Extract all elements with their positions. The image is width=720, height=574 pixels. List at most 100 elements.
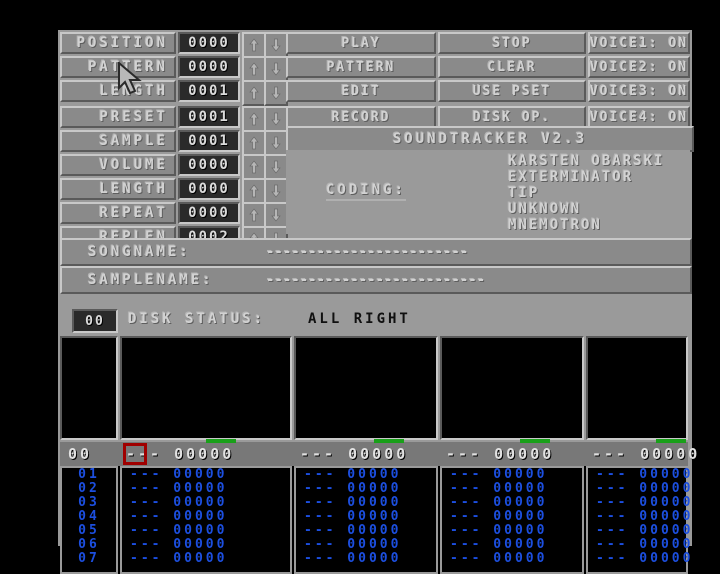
page-title: SOUNDTRACKER V2.3	[392, 131, 588, 147]
param-value-field[interactable]: 0000	[178, 32, 240, 54]
disk-op-button[interactable]: DISK OP.	[438, 106, 586, 128]
voice4-toggle[interactable]: VOICE4: ON	[588, 106, 690, 128]
songname-input[interactable]: ------------------------	[266, 244, 468, 260]
pattern-grid[interactable]: 01 02 03 04 05 06 07 --- 00000 --- 00000 --- 000…	[60, 466, 690, 574]
pattern-cell[interactable]: --- 00000	[588, 524, 690, 538]
param-value-field[interactable]: 0000	[178, 178, 240, 200]
pattern-cell[interactable]: --- 00000	[442, 538, 582, 552]
tracker-current-row[interactable]: 00 --- 00000 --- 00000 --- 00000 --- 000…	[60, 439, 697, 466]
pattern-cell[interactable]: --- 00000	[296, 496, 436, 510]
clear-button[interactable]: CLEAR	[438, 56, 586, 78]
pattern-cell[interactable]: --- 00000	[296, 524, 436, 538]
pattern-cell[interactable]: --- 00000	[442, 524, 582, 538]
param-value-field[interactable]: 0001	[178, 80, 240, 102]
pattern-cell[interactable]: --- 00000	[588, 468, 690, 482]
current-cell-voice-3[interactable]: --- 00000	[446, 442, 554, 466]
edit-cursor[interactable]	[123, 443, 147, 465]
arrow-up-icon[interactable]	[242, 154, 266, 180]
arrow-down-icon[interactable]	[264, 56, 288, 82]
param-label: VOLUME	[60, 154, 176, 176]
pattern-column-voice-1[interactable]: --- 00000 --- 00000 --- 00000 --- 00000 --- …	[120, 466, 292, 574]
row-number: 01	[78, 467, 100, 482]
param-value-field[interactable]: 0000	[178, 154, 240, 176]
songname-row[interactable]: SONGNAME: ------------------------	[60, 238, 692, 266]
row-number: 02	[78, 481, 100, 496]
arrow-down-icon[interactable]	[264, 130, 288, 156]
scope-voice-2[interactable]	[294, 336, 438, 440]
arrow-down-icon[interactable]	[264, 178, 288, 204]
arrow-down-icon[interactable]	[264, 202, 288, 228]
pattern-cell[interactable]: --- 00000	[122, 552, 290, 566]
pattern-cell[interactable]: --- 00000	[442, 552, 582, 566]
pattern-column-voice-3[interactable]: --- 00000 --- 00000 --- 00000 --- 00000 --- …	[440, 466, 584, 574]
edit-button[interactable]: EDIT	[286, 80, 436, 102]
arrow-down-icon[interactable]	[264, 154, 288, 180]
disk-counter: 00	[72, 309, 118, 333]
arrow-up-icon[interactable]	[242, 56, 266, 82]
samplename-input[interactable]: --------------------------	[266, 272, 485, 288]
param-value-field[interactable]: 0000	[178, 56, 240, 78]
voice1-active-indicator	[206, 439, 236, 443]
pattern-cell[interactable]: --- 00000	[122, 468, 290, 482]
arrow-up-icon[interactable]	[242, 178, 266, 204]
arrow-down-icon[interactable]	[264, 106, 288, 132]
pattern-button[interactable]: PATTERN	[286, 56, 436, 78]
current-cell-voice-2[interactable]: --- 00000	[300, 442, 408, 466]
pattern-cell[interactable]: --- 00000	[588, 552, 690, 566]
pattern-cell[interactable]: --- 00000	[442, 468, 582, 482]
pattern-cell[interactable]: --- 00000	[442, 496, 582, 510]
disk-status-row: 00 DISK STATUS: ALL RIGHT	[60, 306, 688, 333]
pattern-column-voice-2[interactable]: --- 00000 --- 00000 --- 00000 --- 00000 --- …	[294, 466, 438, 574]
pattern-cell[interactable]: --- 00000	[588, 510, 690, 524]
voice4-active-indicator	[656, 439, 686, 443]
pattern-cell[interactable]: --- 00000	[296, 482, 436, 496]
credits-list: KARSTEN OBARSKI EXTERMINATOR TIP UNKNOWN…	[508, 153, 664, 233]
control-panel: POSITION 0000 PATTERN 0000 LENGTH 0001 P…	[58, 30, 694, 252]
pattern-cell[interactable]: --- 00000	[296, 538, 436, 552]
pattern-column-voice-4[interactable]: --- 00000 --- 00000 --- 00000 --- 00000 --- …	[586, 466, 690, 574]
pattern-cell[interactable]: --- 00000	[442, 510, 582, 524]
voice2-toggle[interactable]: VOICE2: ON	[588, 56, 690, 78]
pattern-cell[interactable]: --- 00000	[122, 496, 290, 510]
arrow-down-icon[interactable]	[264, 32, 288, 58]
arrow-down-icon[interactable]	[264, 80, 288, 106]
row-number: 05	[78, 523, 100, 538]
play-button[interactable]: PLAY	[286, 32, 436, 54]
param-value-field[interactable]: 0001	[178, 106, 240, 128]
coding-label: CODING:	[326, 182, 407, 201]
stop-button[interactable]: STOP	[438, 32, 586, 54]
current-cell-voice-4[interactable]: --- 00000	[592, 442, 700, 466]
scope-voice-1[interactable]	[120, 336, 292, 440]
pattern-cell[interactable]: --- 00000	[296, 552, 436, 566]
pattern-cell[interactable]: --- 00000	[296, 468, 436, 482]
param-value-field[interactable]: 0001	[178, 130, 240, 152]
arrow-up-icon[interactable]	[242, 130, 266, 156]
scope-voice-3[interactable]	[440, 336, 584, 440]
use-pset-button[interactable]: USE PSET	[438, 80, 586, 102]
record-button[interactable]: RECORD	[286, 106, 436, 128]
row-number: 06	[78, 537, 100, 552]
pattern-cell[interactable]: --- 00000	[122, 538, 290, 552]
param-value-field[interactable]: 0000	[178, 202, 240, 224]
arrow-up-icon[interactable]	[242, 106, 266, 132]
arrow-up-icon[interactable]	[242, 32, 266, 58]
scope-rownum	[60, 336, 118, 440]
pattern-cell[interactable]: --- 00000	[442, 482, 582, 496]
arrow-up-icon[interactable]	[242, 202, 266, 228]
pattern-cell[interactable]: --- 00000	[122, 510, 290, 524]
pattern-cell[interactable]: --- 00000	[122, 482, 290, 496]
pattern-cell[interactable]: --- 00000	[588, 482, 690, 496]
pattern-cell[interactable]: --- 00000	[296, 510, 436, 524]
pattern-cell[interactable]: --- 00000	[588, 496, 690, 510]
current-row-number: 00	[68, 445, 93, 463]
pattern-cell[interactable]: --- 00000	[588, 538, 690, 552]
samplename-row[interactable]: SAMPLENAME: --------------------------	[60, 266, 692, 294]
row-number-column: 01 02 03 04 05 06 07	[60, 466, 118, 574]
arrow-up-icon[interactable]	[242, 80, 266, 106]
param-label: POSITION	[60, 32, 176, 54]
voice3-toggle[interactable]: VOICE3: ON	[588, 80, 690, 102]
param-label: PRESET	[60, 106, 176, 128]
voice1-toggle[interactable]: VOICE1: ON	[588, 32, 690, 54]
pattern-cell[interactable]: --- 00000	[122, 524, 290, 538]
scope-voice-4[interactable]	[586, 336, 688, 440]
